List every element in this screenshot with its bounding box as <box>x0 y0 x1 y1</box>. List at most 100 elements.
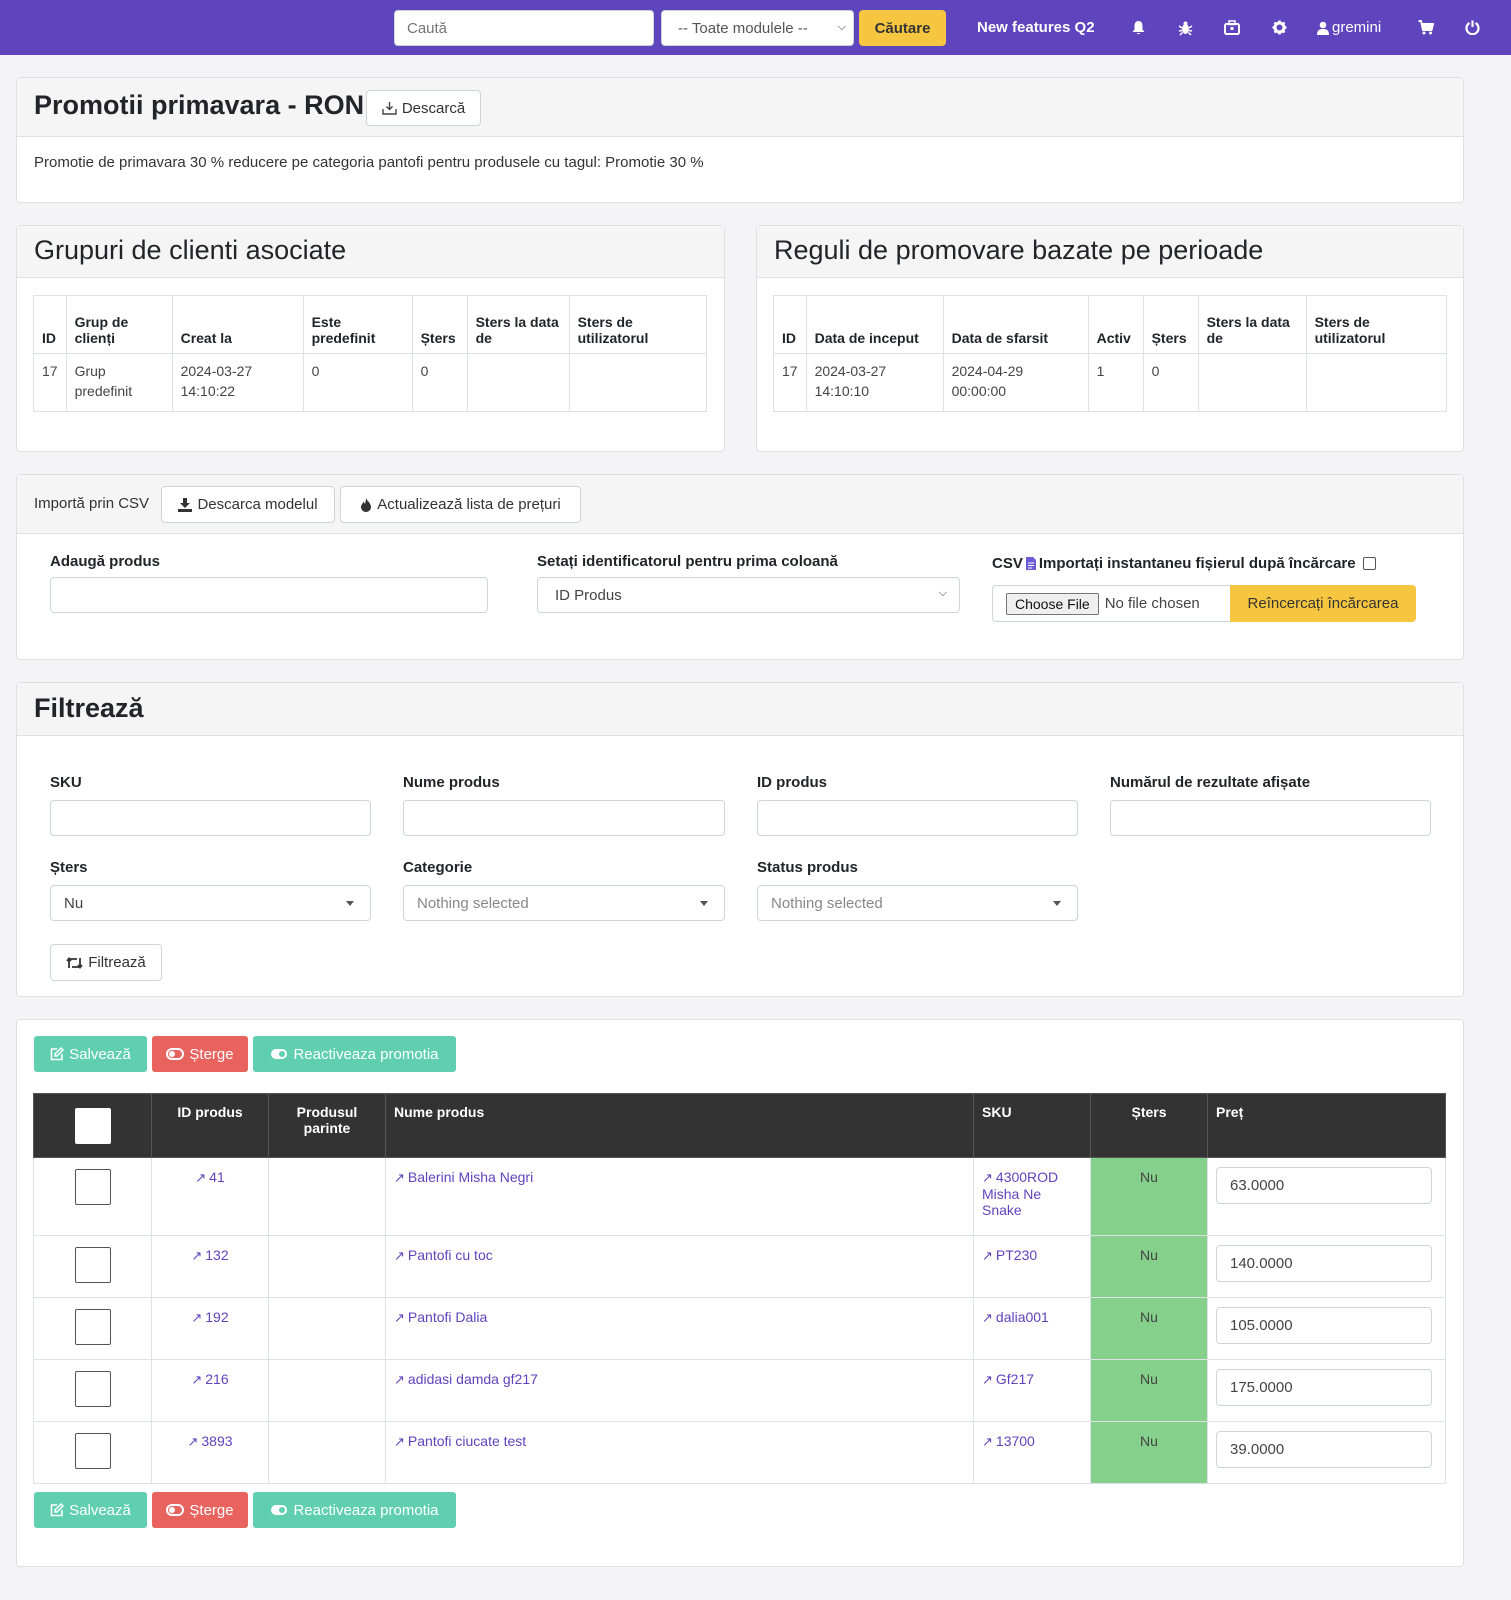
parent-product-cell <box>268 1421 386 1484</box>
table-cell: 17 <box>33 353 67 412</box>
product-id-cell[interactable]: ↗ 216 <box>151 1359 269 1422</box>
briefcase-icon[interactable] <box>1224 0 1240 55</box>
column-header: ID produs <box>151 1093 269 1158</box>
product-id-cell[interactable]: ↗ 132 <box>151 1235 269 1298</box>
instant-import-checkbox[interactable] <box>1362 557 1376 570</box>
edit-icon <box>50 1047 65 1061</box>
row-select-cell <box>33 1157 152 1236</box>
price-input[interactable]: 63.0000 <box>1216 1167 1432 1204</box>
product-status-select[interactable]: Nothing selected <box>757 885 1078 921</box>
results-count-input[interactable] <box>1110 800 1431 836</box>
table-cell: 0 <box>302 353 413 412</box>
delete-button[interactable]: Șterge <box>152 1036 248 1072</box>
row-checkbox[interactable] <box>74 1169 111 1205</box>
row-checkbox[interactable] <box>74 1371 111 1407</box>
product-name-cell[interactable]: ↗ Pantofi Dalia <box>385 1297 974 1360</box>
product-name-link[interactable]: Pantofi cu toc <box>408 1247 493 1263</box>
choose-file-button[interactable]: Choose File <box>1006 592 1099 615</box>
sku-input[interactable] <box>50 800 371 836</box>
product-id-link[interactable]: 3893 <box>201 1433 232 1449</box>
reactivate-button-bottom[interactable]: Reactiveaza promotia <box>253 1492 456 1528</box>
caret-down-icon <box>346 901 354 906</box>
table-row: 17 2024-03-27 14:10:10 2024-04-29 00:00:… <box>773 353 1448 412</box>
bell-icon[interactable] <box>1131 0 1146 55</box>
category-select[interactable]: Nothing selected <box>403 885 725 921</box>
update-price-list-button[interactable]: Actualizează lista de prețuri <box>340 486 581 523</box>
caret-down-icon <box>700 901 708 906</box>
product-name-link[interactable]: Balerini Misha Negri <box>408 1169 533 1185</box>
product-name-link[interactable]: Pantofi Dalia <box>408 1309 487 1325</box>
add-product-input[interactable] <box>50 577 488 613</box>
product-name-input[interactable] <box>403 800 725 836</box>
new-features-link[interactable]: New features Q2 <box>977 0 1095 55</box>
product-name-cell[interactable]: ↗ adidasi damda gf217 <box>385 1359 974 1422</box>
sku-cell[interactable]: ↗ Gf217 <box>973 1359 1091 1422</box>
search-input[interactable] <box>394 10 654 46</box>
price-input[interactable]: 39.0000 <box>1216 1431 1432 1468</box>
row-checkbox[interactable] <box>74 1247 111 1283</box>
reactivate-button[interactable]: Reactiveaza promotia <box>253 1036 456 1072</box>
search-button[interactable]: Căutare <box>859 10 946 46</box>
table-row: 17 Grup predefinit 2024-03-27 14:10:22 0… <box>33 353 708 412</box>
product-id-link[interactable]: 132 <box>205 1247 228 1263</box>
sku-link[interactable]: PT230 <box>996 1247 1037 1263</box>
select-all-checkbox[interactable] <box>74 1108 111 1144</box>
row-checkbox[interactable] <box>74 1433 111 1469</box>
product-id-cell[interactable]: ↗ 41 <box>151 1157 269 1236</box>
price-input[interactable]: 105.0000 <box>1216 1307 1432 1344</box>
product-id-link[interactable]: 41 <box>209 1169 225 1185</box>
price-input[interactable]: 175.0000 <box>1216 1369 1432 1406</box>
bug-icon[interactable] <box>1178 0 1193 55</box>
save-button-bottom[interactable]: Salvează <box>34 1492 147 1528</box>
identifier-label: Setați identificatorul pentru prima colo… <box>537 553 838 570</box>
deleted-status-cell: Nu <box>1090 1297 1208 1360</box>
sku-link[interactable]: dalia001 <box>996 1309 1049 1325</box>
row-select-cell <box>33 1421 152 1484</box>
sku-link[interactable]: 13700 <box>996 1433 1035 1449</box>
power-icon[interactable] <box>1465 0 1480 55</box>
sku-cell[interactable]: ↗ PT230 <box>973 1235 1091 1298</box>
product-name-cell[interactable]: ↗ Pantofi cu toc <box>385 1235 974 1298</box>
table-cell: 2024-04-29 00:00:00 <box>942 353 1089 412</box>
deleted-select[interactable]: Nu <box>50 885 371 921</box>
add-product-label: Adaugă produs <box>50 553 161 570</box>
product-name-cell[interactable]: ↗ Balerini Misha Negri <box>385 1157 974 1236</box>
customer-groups-card: Grupuri de clienti asociate ID Grup de c… <box>16 225 725 452</box>
download-button[interactable]: Descarcă <box>366 90 481 126</box>
download-model-label: Descarca modelul <box>197 496 318 513</box>
sku-cell[interactable]: ↗ 13700 <box>973 1421 1091 1484</box>
sku-link[interactable]: Gf217 <box>996 1371 1034 1387</box>
identifier-select[interactable]: ID Produs ⌵ <box>537 577 960 613</box>
sku-link[interactable]: 4300ROD Misha Ne Snake <box>982 1169 1058 1218</box>
save-button[interactable]: Salvează <box>34 1036 147 1072</box>
deleted-select-value: Nu <box>64 894 84 912</box>
user-menu[interactable]: gremini <box>1317 0 1381 55</box>
select-all-header <box>33 1093 152 1158</box>
delete-button-bottom[interactable]: Șterge <box>152 1492 248 1528</box>
deleted-status-cell: Nu <box>1090 1157 1208 1236</box>
module-select[interactable]: -- Toate modulele -- ⌵ <box>661 10 854 46</box>
product-name-cell[interactable]: ↗ Pantofi ciucate test <box>385 1421 974 1484</box>
cart-icon[interactable] <box>1418 0 1434 55</box>
product-id-cell[interactable]: ↗ 192 <box>151 1297 269 1360</box>
filter-button[interactable]: Filtrează <box>50 944 162 981</box>
csv-file-input[interactable]: Choose File No file chosen <box>992 585 1231 622</box>
sku-cell[interactable]: ↗ dalia001 <box>973 1297 1091 1360</box>
csv-import-header: Importă prin CSV Descarca modelul Actual… <box>17 475 1463 534</box>
product-id-link[interactable]: 192 <box>205 1309 228 1325</box>
gear-icon[interactable] <box>1272 0 1287 55</box>
product-name-link[interactable]: Pantofi ciucate test <box>408 1433 526 1449</box>
product-id-link[interactable]: 216 <box>205 1371 228 1387</box>
price-input[interactable]: 140.0000 <box>1216 1245 1432 1282</box>
product-id-cell[interactable]: ↗ 3893 <box>151 1421 269 1484</box>
product-id-input[interactable] <box>757 800 1078 836</box>
caret-down-icon <box>1053 901 1061 906</box>
instant-import-label: Importați instantaneu fișierul după încă… <box>1038 555 1356 572</box>
sku-cell[interactable]: ↗ 4300ROD Misha Ne Snake <box>973 1157 1091 1236</box>
download-model-button[interactable]: Descarca modelul <box>161 486 335 523</box>
row-checkbox[interactable] <box>74 1309 111 1345</box>
product-name-link[interactable]: adidasi damda gf217 <box>408 1371 538 1387</box>
retry-upload-button[interactable]: Reîncercați încărcarea <box>1230 585 1416 622</box>
page-title: Promotii primavara - RON <box>34 90 365 120</box>
parent-product-cell <box>268 1235 386 1298</box>
